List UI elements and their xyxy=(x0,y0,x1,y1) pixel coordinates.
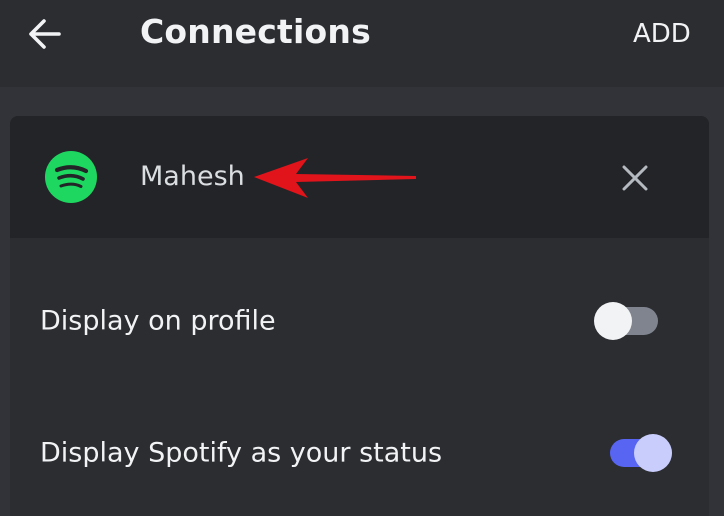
top-bar: Connections ADD xyxy=(0,0,724,87)
add-connection-button[interactable]: ADD xyxy=(633,16,691,52)
display-spotify-status-toggle[interactable] xyxy=(610,434,672,472)
close-icon xyxy=(622,165,648,191)
setting-row-display-spotify-status: Display Spotify as your status xyxy=(10,418,709,488)
red-arrow-annotation xyxy=(254,158,416,198)
setting-row-display-on-profile: Display on profile xyxy=(10,286,709,356)
spotify-icon xyxy=(45,151,97,203)
setting-label: Display on profile xyxy=(40,305,276,337)
back-arrow-icon xyxy=(29,19,61,49)
display-on-profile-toggle[interactable] xyxy=(594,302,658,340)
toggle-knob xyxy=(634,434,672,472)
remove-connection-button[interactable] xyxy=(615,158,655,198)
toggle-knob xyxy=(594,302,632,340)
connection-header: Mahesh xyxy=(10,116,709,238)
page-title: Connections xyxy=(140,12,371,51)
setting-label: Display Spotify as your status xyxy=(40,437,443,469)
connected-account-name: Mahesh xyxy=(140,161,245,192)
back-button[interactable] xyxy=(22,14,66,54)
connection-card: Mahesh Display on profile Display Spotif… xyxy=(10,116,709,516)
